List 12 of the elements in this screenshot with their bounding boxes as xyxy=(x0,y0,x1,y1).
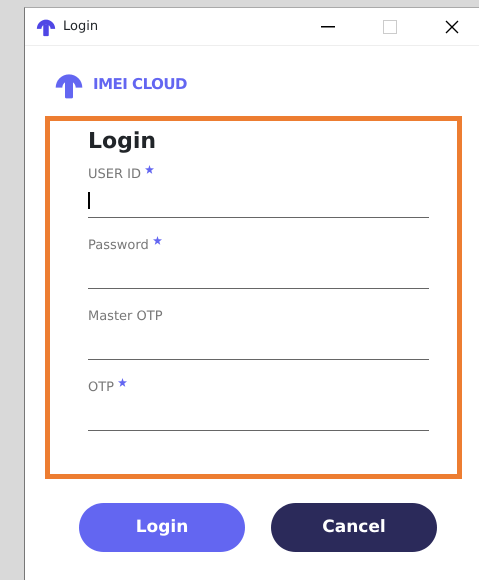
close-icon xyxy=(445,20,459,34)
field-label: USER ID xyxy=(88,166,141,184)
maximize-icon xyxy=(383,20,397,34)
minimize-icon xyxy=(321,26,335,28)
field-label: Master OTP xyxy=(88,308,163,326)
login-button[interactable]: Login xyxy=(79,503,245,552)
field-label: Password xyxy=(88,236,149,255)
cancel-button[interactable]: Cancel xyxy=(271,503,437,552)
form-heading: Login xyxy=(88,128,158,156)
window-title: Login xyxy=(63,18,100,36)
field-label: OTP xyxy=(88,378,114,397)
brand-name: IMEI CLOUD xyxy=(93,74,187,96)
